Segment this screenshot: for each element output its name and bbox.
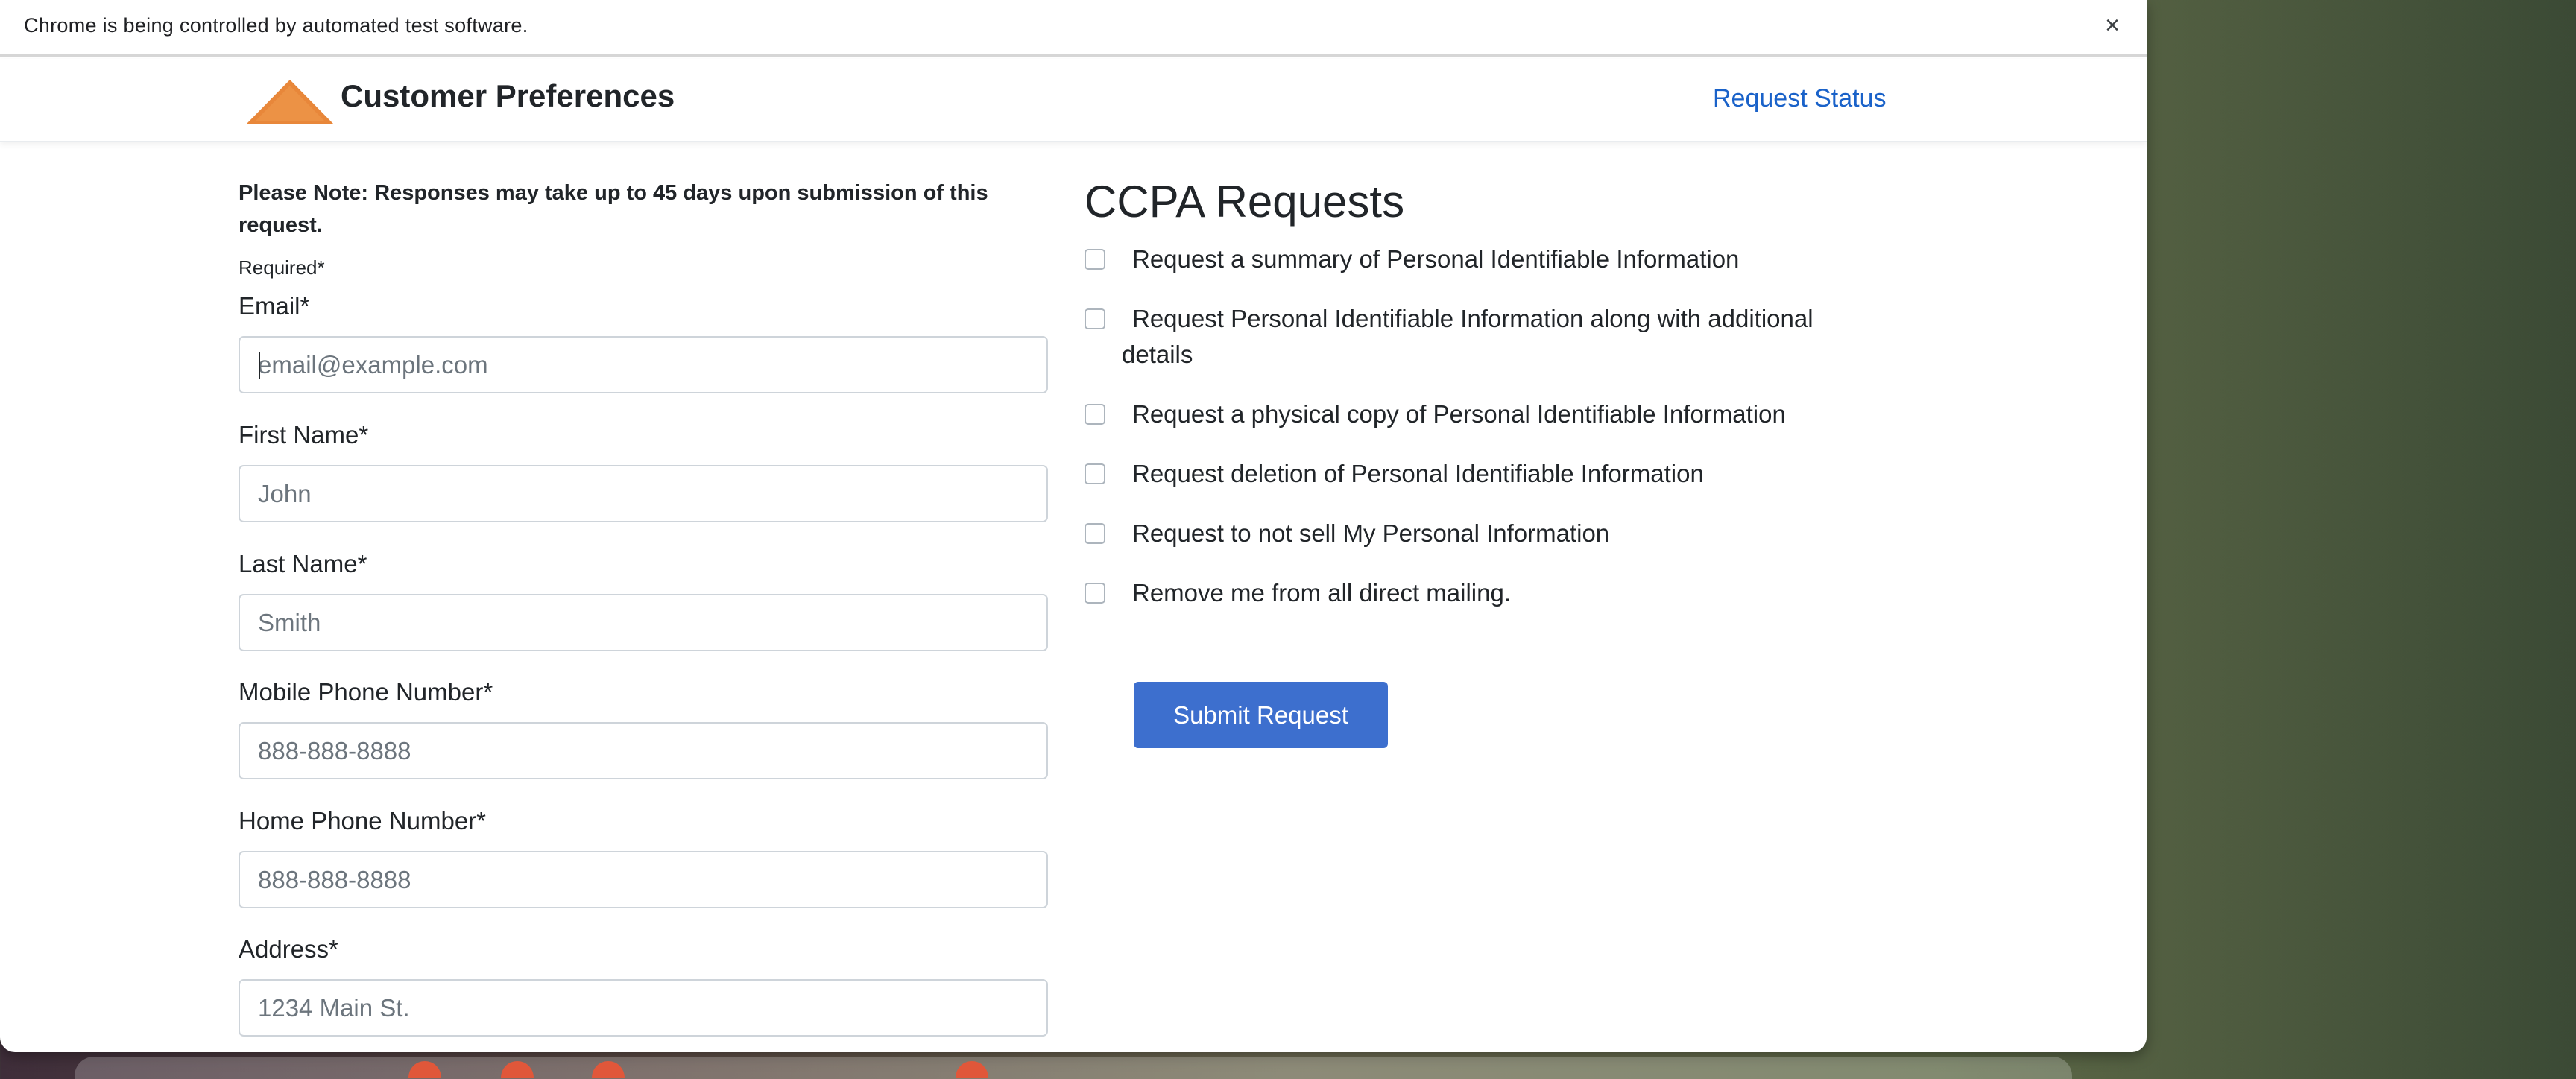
email-field[interactable] [239,336,1048,393]
checkbox[interactable] [1085,523,1105,544]
home-phone-label: Home Phone Number* [239,807,486,835]
checkbox-label[interactable]: Request to not sell My Personal Informat… [1132,516,1863,551]
brand-title: Customer Preferences [341,78,675,113]
mobile-phone-field[interactable] [239,722,1048,779]
site-navbar: Customer Preferences Request Status [0,59,2147,142]
home-phone-field[interactable] [239,851,1048,908]
checkbox[interactable] [1085,463,1105,484]
browser-window: Chrome is being controlled by automated … [0,0,2147,1052]
last-name-field[interactable] [239,594,1048,651]
checkbox-label[interactable]: Request deletion of Personal Identifiabl… [1132,456,1863,492]
checkbox[interactable] [1085,583,1105,604]
checkbox-label[interactable]: Request a physical copy of Personal Iden… [1132,396,1863,432]
submit-request-button[interactable]: Submit Request [1134,682,1388,748]
checkbox-label[interactable]: Request Personal Identifiable Informatio… [1122,301,1867,373]
text-caret [259,352,260,379]
dock [75,1057,2072,1079]
response-time-notice: Please Note: Responses may take up to 45… [239,181,988,237]
address-field[interactable] [239,979,1048,1037]
first-name-field[interactable] [239,465,1048,522]
checkbox-label[interactable]: Remove me from all direct mailing. [1132,575,1863,611]
request-status-link[interactable]: Request Status [1713,84,1886,113]
mobile-phone-label: Mobile Phone Number* [239,678,493,706]
checkbox[interactable] [1085,249,1105,270]
ccpa-requests-heading: CCPA Requests [1085,177,1405,227]
address-label: Address* [239,935,338,963]
first-name-label: First Name* [239,421,369,449]
required-note: Required* [239,256,325,279]
checkbox[interactable] [1085,308,1105,329]
automation-infobar: Chrome is being controlled by automated … [0,0,2147,57]
brand-logo-icon[interactable] [246,80,334,124]
checkbox[interactable] [1085,404,1105,425]
automation-message: Chrome is being controlled by automated … [24,14,528,37]
email-label: Email* [239,292,310,320]
close-icon[interactable]: × [2099,12,2126,39]
checkbox-label[interactable]: Request a summary of Personal Identifiab… [1132,241,1863,277]
last-name-label: Last Name* [239,550,367,578]
